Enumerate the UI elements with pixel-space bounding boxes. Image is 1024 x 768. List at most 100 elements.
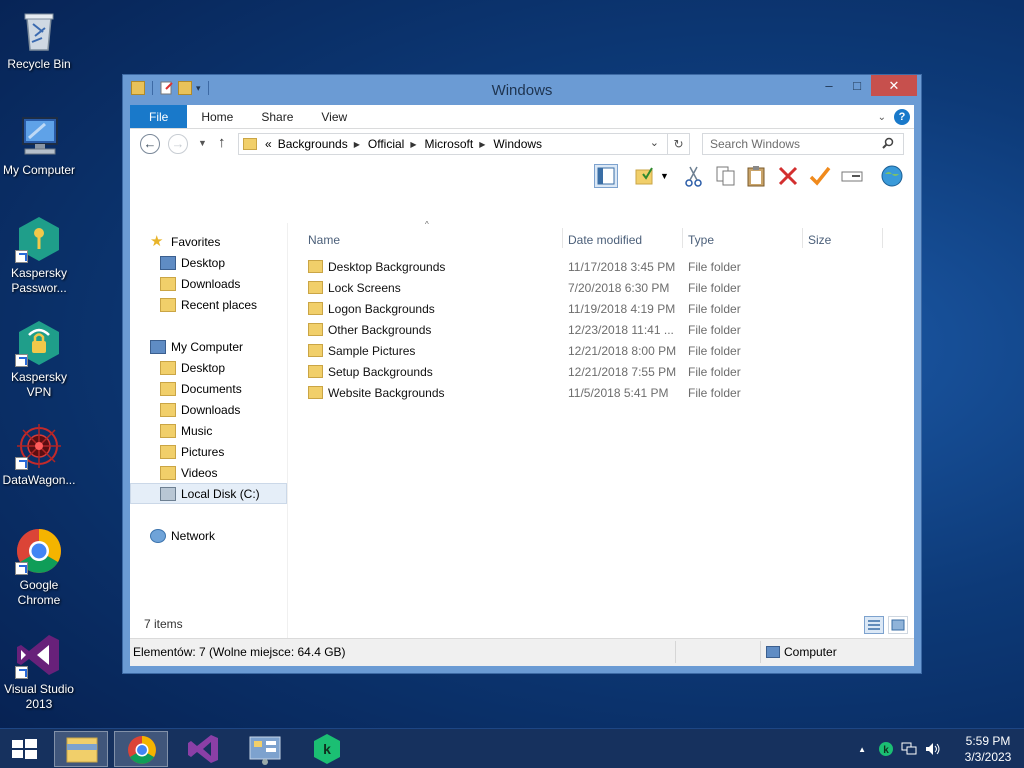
desktop-icon-label: Google Chrome [17,578,61,607]
file-row[interactable]: Desktop Backgrounds 11/17/2018 3:45 PM F… [308,257,908,277]
chevron-right-icon[interactable]: ▶ [354,140,360,149]
clock-date: 3/3/2023 [964,750,1012,764]
desktop-icon-recycle-bin[interactable]: Recycle Bin [0,6,78,72]
desktop-icon-visual-studio[interactable]: Visual Studio 2013 [0,631,78,712]
desktop-icon-label: Kaspersky Passwor... [10,266,68,295]
kaspersky-vpn-icon [15,319,63,367]
nav-item-downloads[interactable]: Downloads [160,400,240,420]
nav-item-local-disk[interactable]: Local Disk (C:) [130,483,287,504]
tab-view[interactable]: View [307,105,361,128]
delete-icon[interactable] [776,164,800,188]
address-segment[interactable]: Official [368,137,404,151]
chevron-right-icon[interactable]: ▶ [410,140,416,149]
taskbar-chrome[interactable] [114,731,168,767]
nav-item-downloads[interactable]: Downloads [160,274,240,294]
item-count: 7 items [144,617,183,631]
start-button[interactable] [0,731,48,767]
select-folder-icon[interactable] [634,164,658,188]
nav-favorites[interactable]: ★ Favorites [150,232,220,252]
tab-share[interactable]: Share [247,105,307,128]
desktop-icon-kaspersky-vpn[interactable]: Kaspersky VPN [0,319,78,400]
column-header-name[interactable]: Name [308,233,340,247]
column-header-type[interactable]: Type [688,233,714,247]
kaspersky-password-icon [15,215,63,263]
tab-home[interactable]: Home [187,105,247,128]
file-row[interactable]: Website Backgrounds 11/5/2018 5:41 PM Fi… [308,383,908,403]
column-header-date-modified[interactable]: Date modified [568,233,642,247]
forward-button[interactable]: → [168,134,188,154]
paste-icon[interactable] [744,164,768,188]
recent-locations-icon[interactable]: ▼ [198,138,207,148]
nav-item-pictures[interactable]: Pictures [160,442,224,462]
nav-item-recent-places[interactable]: Recent places [160,295,257,315]
close-button[interactable]: ✕ [871,75,917,96]
help-button[interactable]: ? [894,109,910,125]
chevron-right-icon[interactable]: ▶ [479,140,485,149]
address-segment[interactable]: Backgrounds [278,137,348,151]
downloads-folder-icon [160,403,176,417]
nav-network[interactable]: Network [150,526,215,546]
address-segment[interactable]: Windows [493,137,542,151]
file-date: 11/17/2018 3:45 PM [568,260,676,274]
nav-label: Music [181,424,213,438]
expand-ribbon-icon[interactable]: ⌄ [878,112,886,123]
search-input[interactable]: Search Windows [702,133,904,155]
up-button[interactable]: ↑ [218,134,226,151]
nav-item-music[interactable]: Music [160,421,212,441]
folder-icon [308,302,323,315]
file-row[interactable]: Sample Pictures 12/21/2018 8:00 PM File … [308,341,908,361]
large-icons-view-button[interactable] [888,616,908,634]
file-row[interactable]: Other Backgrounds 12/23/2018 11:41 ... F… [308,320,908,340]
file-list: ^ Name Date modified Type Size Desktop B… [288,220,914,638]
rename-icon[interactable] [840,164,864,188]
minimize-button[interactable]: – [815,75,843,96]
details-view-button[interactable] [864,616,884,634]
desktop-icon-my-computer[interactable]: My Computer [0,112,78,178]
desktop-icon-google-chrome[interactable]: Google Chrome [0,527,78,608]
nav-item-desktop[interactable]: Desktop [160,358,225,378]
nav-my-computer[interactable]: My Computer [150,337,243,357]
address-segment[interactable]: Microsoft [425,137,474,151]
copy-icon[interactable] [714,164,738,188]
taskbar-file-explorer[interactable] [54,731,108,767]
nav-item-desktop[interactable]: Desktop [160,253,225,273]
clock[interactable]: 5:59 PM 3/3/2023 [952,733,1024,765]
chevron-down-icon[interactable]: ▼ [660,171,669,181]
title-bar[interactable]: ▾ Windows – □ ✕ [123,75,921,105]
desktop-icon-datawagon[interactable]: DataWagon... [0,422,78,488]
desktop-icon-kaspersky-password[interactable]: Kaspersky Passwor... [0,215,78,296]
nav-label: Desktop [181,256,226,270]
checkmark-icon[interactable] [808,164,832,188]
taskbar-control-panel[interactable] [238,731,292,767]
desktop-icon-label: My Computer [2,163,76,177]
volume-icon[interactable] [924,741,942,757]
tab-file[interactable]: File [130,105,188,128]
column-divider[interactable] [882,228,883,248]
chevron-down-icon[interactable]: ⌄ [650,136,659,149]
column-divider[interactable] [802,228,803,248]
show-hidden-icons-button[interactable]: ▲ [858,745,866,754]
search-icon[interactable] [882,137,894,152]
address-overflow[interactable]: « [265,137,272,151]
refresh-button[interactable]: ↻ [667,134,689,154]
internet-globe-icon[interactable] [880,164,904,188]
column-divider[interactable] [682,228,683,248]
nav-item-documents[interactable]: Documents [160,379,242,399]
address-bar[interactable]: « Backgrounds ▶ Official ▶ Microsoft ▶ W… [238,133,690,155]
recent-places-icon [160,298,176,312]
file-row[interactable]: Setup Backgrounds 12/21/2018 7:55 PM Fil… [308,362,908,382]
nav-item-videos[interactable]: Videos [160,463,217,483]
folder-icon [308,260,323,273]
column-divider[interactable] [562,228,563,248]
network-status-icon[interactable] [900,741,918,757]
kaspersky-tray-icon[interactable]: k [878,741,894,757]
maximize-button[interactable]: □ [843,75,871,96]
cut-icon[interactable] [682,164,706,188]
preview-pane-button[interactable] [594,164,618,188]
taskbar-kaspersky[interactable]: k [300,731,354,767]
file-row[interactable]: Lock Screens 7/20/2018 6:30 PM File fold… [308,278,908,298]
taskbar-visual-studio[interactable] [176,731,230,767]
column-header-size[interactable]: Size [808,233,831,247]
back-button[interactable]: ← [140,134,160,154]
file-row[interactable]: Logon Backgrounds 11/19/2018 4:19 PM Fil… [308,299,908,319]
